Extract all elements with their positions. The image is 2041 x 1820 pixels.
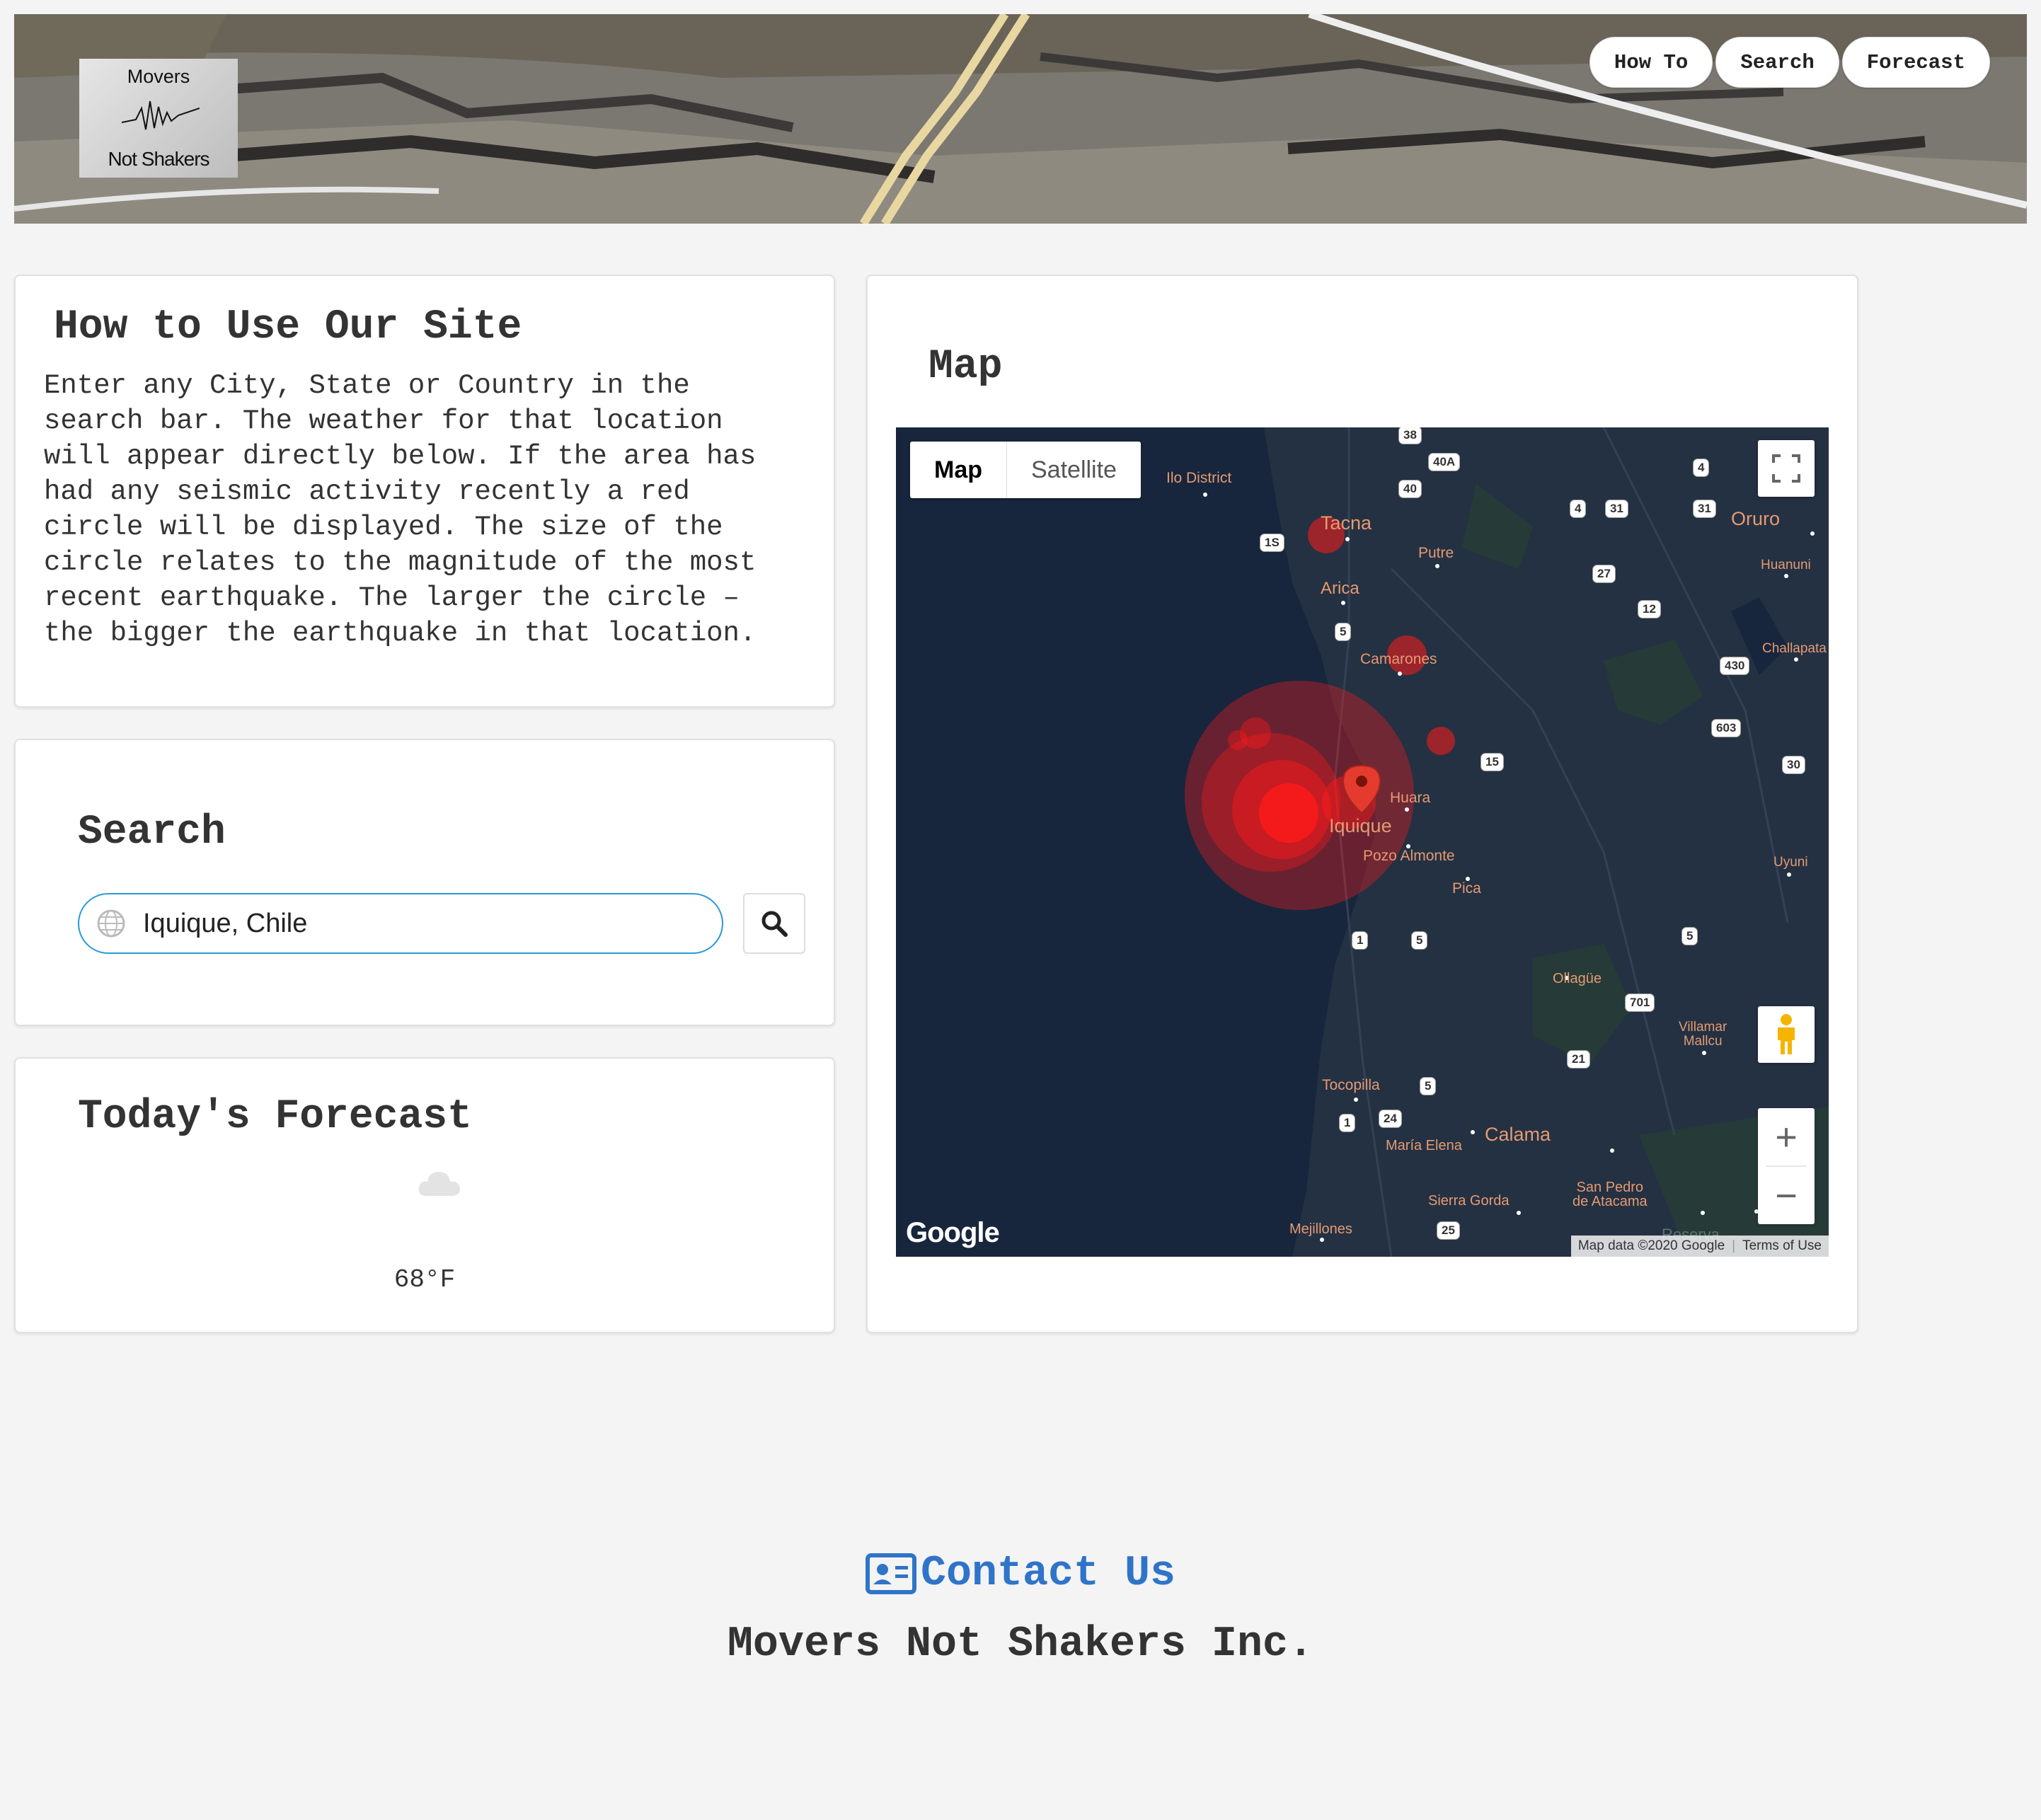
forecast-title: Today's Forecast bbox=[78, 1094, 472, 1140]
company-name: Movers Not Shakers Inc. bbox=[727, 1620, 1314, 1669]
map-label-sierra-gorda: Sierra Gorda bbox=[1428, 1193, 1510, 1209]
map-card: Map Ilo District Tacna Putre Arica Camar… bbox=[866, 275, 1858, 1333]
contact-us-label: Contact Us bbox=[920, 1550, 1176, 1598]
search-title: Search bbox=[78, 810, 226, 856]
road-shield: 5 bbox=[1335, 623, 1352, 641]
map-data-credit: Map data ©2020 Google bbox=[1577, 1238, 1725, 1253]
map-terrain bbox=[896, 427, 1829, 1257]
header-banner: Movers Not Shakers How To Search Forecas… bbox=[14, 14, 2027, 224]
contact-us-link[interactable]: Contact Us bbox=[0, 1550, 2041, 1598]
map-label-maria-elena: María Elena bbox=[1386, 1138, 1462, 1153]
logo-text-bottom: Not Shakers bbox=[108, 148, 209, 170]
map-type-map-button[interactable]: Map bbox=[910, 442, 1007, 498]
map-label-uyuni: Uyuni bbox=[1773, 855, 1808, 870]
map-label-ollague: Ollagüe bbox=[1553, 971, 1602, 986]
map-label-tacna: Tacna bbox=[1321, 512, 1372, 534]
map-attribution: Map data ©2020 Google | Terms of Use bbox=[1570, 1236, 1829, 1257]
road-shield: 40 bbox=[1398, 480, 1422, 498]
top-nav: How To Search Forecast bbox=[1589, 37, 1990, 88]
road-shield: 701 bbox=[1625, 993, 1655, 1012]
map-label-san-pedro: San Pedro de Atacama bbox=[1573, 1180, 1648, 1209]
road-shield: 1S bbox=[1260, 534, 1284, 552]
search-input[interactable] bbox=[142, 907, 682, 940]
road-shield: 15 bbox=[1481, 753, 1504, 771]
road-shield: 30 bbox=[1782, 756, 1805, 774]
street-view-button[interactable] bbox=[1758, 1006, 1815, 1063]
how-to-body: Enter any City, State or Country in the … bbox=[44, 370, 757, 649]
road-shield: 24 bbox=[1379, 1110, 1402, 1128]
road-shield: 12 bbox=[1638, 600, 1661, 618]
road-shield: 31 bbox=[1605, 500, 1628, 518]
map-title: Map bbox=[928, 344, 1003, 390]
map-label-calama: Calama bbox=[1485, 1124, 1551, 1145]
map-label-iquique: Iquique bbox=[1329, 815, 1392, 836]
map-type-satellite-button[interactable]: Satellite bbox=[1007, 442, 1141, 498]
map-label-camarones: Camarones bbox=[1360, 651, 1437, 667]
temperature-value: 68°F bbox=[393, 1265, 456, 1294]
nav-search-button[interactable]: Search bbox=[1715, 37, 1839, 88]
fullscreen-icon bbox=[1772, 454, 1800, 483]
map-type-control: Map Satellite bbox=[910, 442, 1141, 498]
globe-icon bbox=[97, 909, 125, 938]
map-label-tocopilla: Tocopilla bbox=[1322, 1077, 1380, 1093]
seismograph-icon bbox=[122, 100, 200, 130]
nav-forecast-button[interactable]: Forecast bbox=[1841, 37, 1990, 88]
map-label-arica: Arica bbox=[1321, 579, 1359, 598]
how-to-title: How to Use Our Site bbox=[54, 304, 522, 350]
logo-text-top: Movers bbox=[127, 66, 190, 87]
zoom-control: + − bbox=[1758, 1108, 1815, 1224]
map-viewport[interactable]: Ilo District Tacna Putre Arica Camarones… bbox=[896, 427, 1829, 1257]
road-shield: 430 bbox=[1720, 657, 1750, 675]
site-logo[interactable]: Movers Not Shakers bbox=[79, 59, 238, 178]
map-label-huanuni: Huanuni bbox=[1761, 558, 1811, 572]
road-shield: 40A bbox=[1428, 453, 1461, 471]
terms-of-use-link[interactable]: Terms of Use bbox=[1742, 1238, 1822, 1254]
road-shield: 21 bbox=[1567, 1050, 1590, 1069]
road-shield: 4 bbox=[1570, 500, 1587, 518]
map-label-oruro: Oruro bbox=[1731, 508, 1781, 529]
map-label-mejillones: Mejillones bbox=[1289, 1221, 1352, 1237]
road-shield: 1 bbox=[1339, 1114, 1356, 1132]
map-label-pozo-almonte: Pozo Almonte bbox=[1363, 848, 1455, 864]
pegman-icon bbox=[1778, 1014, 1795, 1054]
google-logo: Google bbox=[906, 1217, 1000, 1248]
map-label-pica: Pica bbox=[1452, 880, 1481, 897]
search-icon bbox=[761, 911, 788, 937]
search-field[interactable] bbox=[78, 893, 723, 954]
map-label-ilo: Ilo District bbox=[1166, 470, 1232, 486]
forecast-card: Today's Forecast 68°F bbox=[14, 1057, 835, 1333]
road-shield: 603 bbox=[1711, 719, 1742, 737]
road-shield: 4 bbox=[1693, 459, 1710, 477]
map-label-putre: Putre bbox=[1418, 545, 1454, 561]
search-card: Search bbox=[14, 739, 835, 1026]
road-shield: 25 bbox=[1437, 1221, 1460, 1240]
search-button[interactable] bbox=[743, 893, 805, 954]
map-label-villamar: Villamar Mallcu bbox=[1679, 1020, 1727, 1049]
road-shield: 1 bbox=[1352, 931, 1369, 950]
road-shield: 27 bbox=[1592, 565, 1616, 583]
nav-how-to-button[interactable]: How To bbox=[1589, 37, 1713, 88]
cloud-icon bbox=[418, 1172, 460, 1196]
road-shield: 5 bbox=[1420, 1077, 1437, 1095]
road-shield: 5 bbox=[1681, 927, 1698, 945]
zoom-in-button[interactable]: + bbox=[1758, 1108, 1815, 1165]
how-to-card: How to Use Our Site Enter any City, Stat… bbox=[14, 275, 835, 708]
contact-card-icon bbox=[865, 1553, 916, 1594]
map-label-challapata: Challapata bbox=[1762, 641, 1827, 656]
road-shield: 38 bbox=[1398, 427, 1422, 444]
road-shield: 31 bbox=[1693, 500, 1716, 518]
road-shield: 5 bbox=[1411, 931, 1428, 950]
fullscreen-button[interactable] bbox=[1758, 440, 1815, 497]
zoom-out-button[interactable]: − bbox=[1758, 1167, 1815, 1224]
map-label-huara: Huara bbox=[1390, 790, 1431, 806]
